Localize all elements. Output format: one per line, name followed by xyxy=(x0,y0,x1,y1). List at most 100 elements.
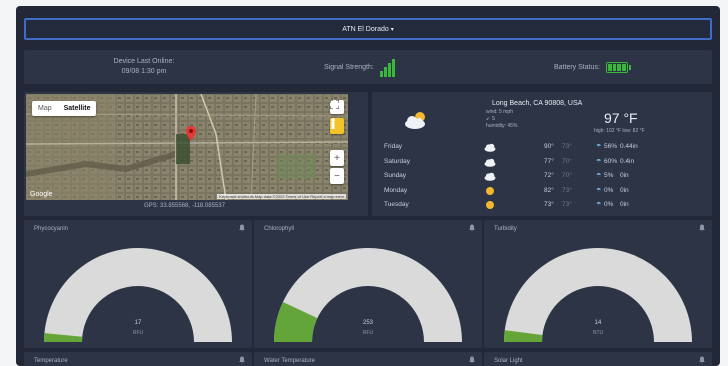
forecast-low: 70° xyxy=(562,172,572,179)
forecast-row: Sunday 72° 70° ☂ 5% 0in xyxy=(384,171,704,183)
high-low-temperature: high: 102 °F low: 82 °F xyxy=(594,128,645,134)
forecast-row: Tuesday 73° 73° ☂ 0% 0in xyxy=(384,200,704,212)
forecast-high: 82° xyxy=(544,186,554,194)
forecast-rain-chance: 0% xyxy=(604,186,614,194)
water-temperature-card: Water Temperature xyxy=(254,352,482,366)
fullscreen-icon[interactable] xyxy=(330,100,344,114)
gauge-unit: NTU xyxy=(592,330,604,336)
wind-direction: S xyxy=(491,116,495,122)
bell-icon[interactable] xyxy=(468,356,476,364)
forecast-day: Monday xyxy=(384,186,408,194)
gauge-track xyxy=(504,248,692,342)
humidity: humidity: 45% xyxy=(486,123,518,129)
street-view-pegman-icon[interactable] xyxy=(330,118,344,134)
umbrella-icon: ☂ xyxy=(596,173,602,179)
gauge-value: 253 xyxy=(362,320,373,326)
umbrella-icon: ☂ xyxy=(596,187,602,194)
map-type-toggle: Map Satellite xyxy=(32,101,97,116)
forecast-high: 72° xyxy=(544,172,554,179)
location-pin-icon[interactable] xyxy=(186,126,196,141)
forecast-high: 77° xyxy=(544,157,554,165)
weather-location: Long Beach, CA 90808, USA xyxy=(492,100,583,107)
gauge-unit: RFU xyxy=(132,330,144,336)
forecast-day: Friday xyxy=(384,143,403,150)
phycocyanin-card: Phycocyanin 17 RFU xyxy=(24,220,252,348)
sun-icon xyxy=(484,200,496,210)
battery-status: Battery Status: xyxy=(554,50,631,84)
cloud-icon xyxy=(484,142,496,152)
zoom-in-button[interactable]: + xyxy=(330,150,344,166)
forecast-rain-amount: 0in xyxy=(620,172,629,179)
forecast-low: 73° xyxy=(562,186,572,194)
umbrella-icon: ☂ xyxy=(596,158,602,165)
current-temperature: 97 °F xyxy=(604,110,638,126)
bell-icon[interactable] xyxy=(698,224,706,232)
zoom-out-button[interactable]: − xyxy=(330,168,344,184)
forecast-low: 70° xyxy=(562,157,572,165)
forecast-rain-chance: 56% xyxy=(604,143,618,150)
gauge-title: Turbidity xyxy=(494,226,517,232)
turbidity-gauge xyxy=(504,248,692,342)
satellite-map[interactable]: Map Satellite + − Google Keyboard shortc… xyxy=(26,94,348,200)
cloud-icon xyxy=(484,157,496,167)
map-view-button[interactable]: Map xyxy=(32,101,58,116)
forecast-day: Tuesday xyxy=(384,201,409,208)
forecast-low: 73° xyxy=(562,143,572,150)
map-attribution[interactable]: Keyboard shortcuts Map data ©2023 Terms … xyxy=(217,194,346,199)
partly-cloudy-icon xyxy=(405,112,425,129)
forecast-day: Sunday xyxy=(384,172,407,179)
chlorophyll-gauge xyxy=(274,248,462,342)
google-logo: Google xyxy=(30,191,53,198)
gps-coordinates: GPS: 33.855568, -118.085537 xyxy=(144,203,225,209)
signal-status: Signal Strength: xyxy=(324,50,395,84)
card-title: Solar Light xyxy=(494,358,523,364)
weather-panel: Long Beach, CA 90808, USA wind: 5 mph ↙ … xyxy=(372,92,712,216)
gauge-track xyxy=(44,248,232,342)
forecast-row: Monday 82° 73° ☂ 0% 0in xyxy=(384,186,704,198)
bell-icon[interactable] xyxy=(238,224,246,232)
gauge-value: 17 xyxy=(134,320,142,326)
bell-icon[interactable] xyxy=(238,356,246,364)
forecast-rain-amount: 0in xyxy=(620,201,629,208)
last-online-label: Device Last Online: xyxy=(113,58,175,65)
wind-speed: wind: 5 mph xyxy=(486,109,513,115)
device-dropdown-label: ATN El Dorado xyxy=(342,25,389,33)
forecast-rain-chance: 5% xyxy=(604,172,614,179)
satellite-view-button[interactable]: Satellite xyxy=(58,101,97,116)
battery-icon xyxy=(605,61,631,73)
forecast-low: 73° xyxy=(562,201,572,208)
gauge-title: Phycocyanin xyxy=(34,226,69,232)
signal-label: Signal Strength: xyxy=(324,63,374,71)
turbidity-card: Turbidity 14 NTU xyxy=(484,220,712,348)
chlorophyll-card: Chlorophyll 253 RFU xyxy=(254,220,482,348)
wind-direction-arrow-icon: ↙ xyxy=(486,116,491,122)
last-online-value: 09/08 1:30 pm xyxy=(121,68,167,75)
cloud-icon xyxy=(484,171,496,181)
chevron-down-icon: ▾ xyxy=(390,26,394,33)
forecast-rain-chance: 0% xyxy=(604,201,614,208)
forecast-row: Saturday 77° 70° ☂ 60% 0.4in xyxy=(384,157,704,169)
status-bar: Device Last Online: 09/08 1:30 pm Signal… xyxy=(24,50,712,84)
last-online-status: Device Last Online: 09/08 1:30 pm xyxy=(84,50,204,84)
forecast-rain-amount: 0.44in xyxy=(620,143,638,150)
bell-icon[interactable] xyxy=(698,356,706,364)
card-title: Temperature xyxy=(34,358,68,364)
dashboard: ATN El Dorado ▾ Device Last Online: 09/0… xyxy=(16,6,720,366)
card-title: Water Temperature xyxy=(264,358,316,364)
gauge-unit: RFU xyxy=(362,330,374,336)
umbrella-icon: ☂ xyxy=(596,202,602,208)
sun-icon xyxy=(484,186,496,196)
device-dropdown[interactable]: ATN El Dorado ▾ xyxy=(24,18,712,40)
umbrella-icon: ☂ xyxy=(596,144,602,150)
forecast-rain-amount: 0in xyxy=(620,186,629,194)
forecast-row: Friday 90° 73° ☂ 56% 0.44in xyxy=(384,142,704,154)
gauge-value: 14 xyxy=(594,320,602,326)
battery-label: Battery Status: xyxy=(554,63,600,71)
bell-icon[interactable] xyxy=(468,224,476,232)
temperature-card: Temperature xyxy=(24,352,252,366)
map-panel: Map Satellite + − Google Keyboard shortc… xyxy=(24,92,368,216)
forecast-rain-chance: 60% xyxy=(604,157,618,165)
signal-strength-icon xyxy=(379,57,395,77)
forecast-rain-amount: 0.4in xyxy=(620,157,635,165)
phycocyanin-gauge xyxy=(44,248,232,342)
